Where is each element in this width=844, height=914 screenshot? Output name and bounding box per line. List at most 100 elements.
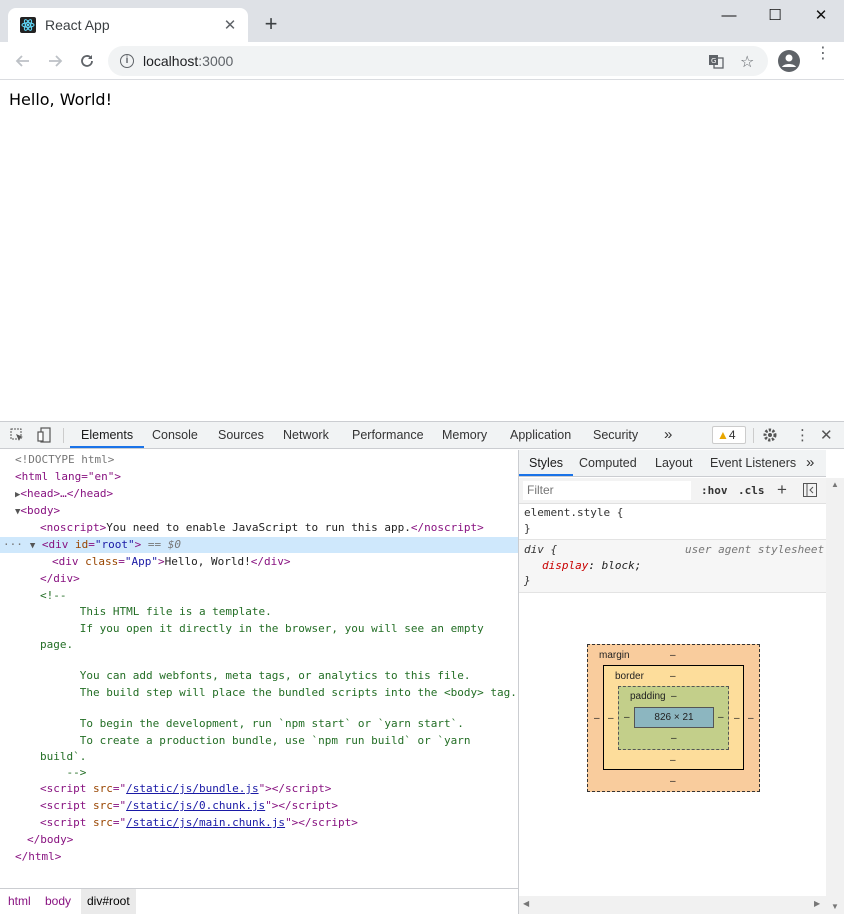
comment-line: To create a production bundle, use `npm … — [40, 734, 471, 747]
back-arrow-icon — [15, 55, 29, 67]
tab-elements[interactable]: Elements — [70, 422, 145, 448]
padding-label: padding — [630, 691, 666, 702]
breadcrumb-html[interactable]: html — [2, 889, 37, 914]
html-close-text: </html> — [15, 850, 62, 863]
close-window-button[interactable]: ✕ — [798, 0, 844, 30]
box-model-margin[interactable]: margin – – – – border – – – – padding – … — [587, 644, 760, 792]
body-open-tag: <body> — [20, 504, 61, 517]
inspect-element-icon[interactable] — [10, 428, 24, 447]
script-src-link[interactable]: /static/js/0.chunk.js — [126, 799, 265, 812]
profile-avatar-icon[interactable] — [778, 50, 800, 72]
box-model-content[interactable]: 826 × 21 — [634, 707, 714, 728]
svg-text:G: G — [711, 57, 716, 65]
app-div-text: Hello, World! — [164, 555, 251, 568]
div-close-text: </div> — [40, 572, 80, 585]
back-button[interactable] — [11, 50, 35, 72]
border-label: border — [615, 671, 644, 682]
scroll-up-icon[interactable]: ▲ — [831, 480, 839, 489]
comment-line: This HTML file is a template. — [40, 605, 272, 618]
div-app-node[interactable]: <div class="App">Hello, World!</div> — [0, 554, 518, 570]
url-text: localhost:3000 — [143, 53, 233, 69]
site-info-icon[interactable]: i — [120, 54, 134, 68]
device-toggle-icon[interactable] — [37, 427, 51, 448]
collapse-triangle-icon[interactable]: ▼ — [30, 541, 35, 551]
translate-icon[interactable]: G — [708, 53, 724, 74]
box-model-padding[interactable]: padding – – – – 826 × 21 — [618, 686, 729, 750]
maximize-button[interactable]: ☐ — [752, 0, 798, 30]
bookmark-star-icon[interactable]: ☆ — [740, 52, 754, 72]
toolbar-divider — [753, 428, 754, 443]
devtools-menu-icon[interactable]: ⋮ — [795, 426, 810, 444]
border-left-value: – — [608, 713, 614, 724]
node-actions-icon[interactable]: ··· — [3, 538, 23, 551]
script-node[interactable]: <script src="/static/js/0.chunk.js"></sc… — [0, 798, 518, 814]
browser-toolbar: i localhost:3000 G ☆ ⋮ — [0, 42, 844, 80]
warning-icon: ▲ — [717, 428, 729, 442]
margin-label: margin — [599, 650, 630, 661]
tab-application[interactable]: Application — [510, 422, 571, 448]
new-tab-button[interactable]: + — [260, 13, 282, 35]
forward-button[interactable] — [43, 50, 67, 72]
comment-line: build`. — [40, 750, 87, 763]
noscript-node[interactable]: <noscript>You need to enable JavaScript … — [0, 520, 518, 536]
comment-line: To begin the development, run `npm start… — [40, 717, 464, 730]
scroll-down-icon[interactable]: ▼ — [831, 902, 839, 911]
padding-right-value: – — [718, 712, 724, 723]
comment-line: You can add webfonts, meta tags, or anal… — [40, 669, 471, 682]
tab-close-icon[interactable]: ✕ — [222, 16, 238, 34]
tab-title: React App — [45, 17, 110, 33]
doctype-node[interactable]: <!DOCTYPE html> — [0, 452, 518, 468]
script-node[interactable]: <script src="/static/js/bundle.js"></scr… — [0, 781, 518, 797]
horizontal-scrollbar[interactable]: ◀ ▶ — [519, 896, 826, 914]
body-close-text: </body> — [27, 833, 74, 846]
border-top-value: – — [670, 671, 676, 682]
close-devtools-icon[interactable]: ✕ — [820, 426, 833, 444]
tab-security[interactable]: Security — [593, 422, 638, 448]
script-src-link[interactable]: /static/js/bundle.js — [126, 782, 258, 795]
noscript-text: You need to enable JavaScript to run thi… — [106, 521, 411, 534]
body-node[interactable]: ▼<body> — [0, 503, 518, 519]
tab-console[interactable]: Console — [152, 422, 198, 448]
margin-left-value: – — [594, 713, 600, 724]
warnings-badge[interactable]: ▲4 — [712, 426, 746, 444]
browser-menu-icon[interactable]: ⋮ — [815, 46, 831, 62]
padding-left-value: – — [624, 712, 630, 723]
elements-tree: <!DOCTYPE html> <html lang="en"> ▶<head>… — [0, 450, 518, 888]
tab-network[interactable]: Network — [283, 422, 329, 448]
styles-sidebar: Styles Computed Layout Event Listeners »… — [518, 450, 844, 914]
breadcrumb: html body div#root — [0, 888, 518, 914]
minimize-button[interactable]: — — [706, 0, 752, 30]
html-node[interactable]: <html lang="en"> — [0, 469, 518, 485]
forward-arrow-icon — [49, 55, 63, 67]
url-host: localhost — [143, 53, 199, 69]
tab-sources[interactable]: Sources — [218, 422, 264, 448]
reload-button[interactable] — [75, 50, 99, 72]
comment-open-text: <!-- — [40, 589, 67, 602]
app-content: Hello, World! — [9, 90, 112, 109]
more-tabs-icon[interactable]: » — [664, 422, 672, 448]
html-open-tag: <html lang="en"> — [15, 470, 121, 483]
settings-gear-icon[interactable] — [762, 427, 778, 448]
comment-open[interactable]: <!-- — [0, 588, 518, 604]
scroll-left-icon[interactable]: ◀ — [523, 899, 529, 908]
border-right-value: – — [734, 713, 740, 724]
tab-memory[interactable]: Memory — [442, 422, 487, 448]
comment-line: The build step will place the bundled sc… — [40, 686, 517, 699]
breadcrumb-div-root[interactable]: div#root — [81, 889, 136, 914]
scroll-right-icon[interactable]: ▶ — [814, 899, 820, 908]
div-root-node[interactable]: ··· ▼ <div id="root"> == $0 — [0, 537, 518, 553]
head-tag: <head>…</head> — [20, 487, 114, 500]
div-close-tag: </div> — [0, 571, 518, 587]
page-viewport: Hello, World! — [0, 81, 844, 421]
warnings-count: 4 — [728, 428, 736, 442]
address-bar[interactable]: i localhost:3000 G ☆ — [108, 46, 768, 76]
box-model-border[interactable]: border – – – – padding – – – – 826 × 21 — [603, 665, 744, 770]
tab-performance[interactable]: Performance — [352, 422, 424, 448]
head-node[interactable]: ▶<head>…</head> — [0, 486, 518, 502]
browser-tab[interactable]: React App ✕ — [8, 8, 248, 42]
script-src-link[interactable]: /static/js/main.chunk.js — [126, 816, 285, 829]
breadcrumb-body[interactable]: body — [39, 889, 77, 914]
styles-scrollbar[interactable]: ▲ ▼ — [826, 478, 844, 914]
script-node[interactable]: <script src="/static/js/main.chunk.js"><… — [0, 815, 518, 831]
box-model-diagram: margin – – – – border – – – – padding – … — [519, 450, 826, 910]
